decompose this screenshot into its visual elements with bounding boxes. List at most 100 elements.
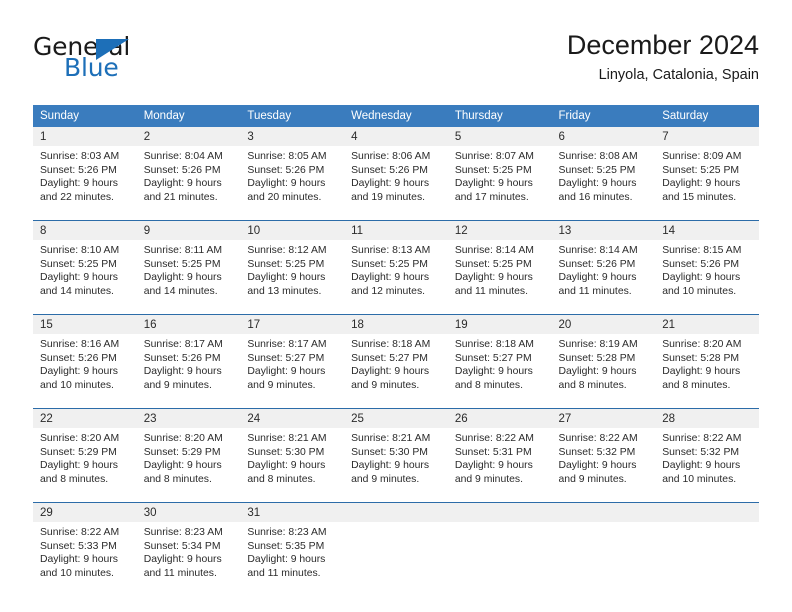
sunrise-text: Sunrise: 8:10 AM (40, 245, 120, 256)
sunrise-text: Sunrise: 8:21 AM (247, 433, 327, 444)
sunrise-text: Sunrise: 8:23 AM (143, 527, 223, 538)
sunrise-text: Sunrise: 8:06 AM (351, 151, 431, 162)
day-number: 1 (33, 127, 137, 146)
day-cell[interactable]: Sunrise: 8:05 AM Sunset: 5:26 PM Dayligh… (240, 146, 345, 221)
day-cell[interactable]: Sunrise: 8:14 AM Sunset: 5:26 PM Dayligh… (551, 240, 656, 315)
day-cell[interactable]: Sunrise: 8:23 AM Sunset: 5:35 PM Dayligh… (240, 522, 345, 596)
day-cell[interactable]: Sunrise: 8:03 AM Sunset: 5:26 PM Dayligh… (33, 146, 137, 221)
day-number: 17 (240, 314, 345, 334)
daylight-text-line2: and 8 minutes. (40, 473, 109, 485)
day-cell[interactable]: Sunrise: 8:08 AM Sunset: 5:25 PM Dayligh… (551, 146, 656, 221)
daylight-text-line2: and 10 minutes. (40, 567, 114, 579)
day-cell[interactable]: Sunrise: 8:10 AM Sunset: 5:25 PM Dayligh… (33, 240, 137, 315)
sunrise-text: Sunrise: 8:03 AM (40, 151, 120, 162)
day-cell[interactable]: Sunrise: 8:23 AM Sunset: 5:34 PM Dayligh… (136, 522, 241, 596)
daylight-text-line2: and 11 minutes. (143, 567, 217, 579)
day-cell[interactable]: Sunrise: 8:21 AM Sunset: 5:30 PM Dayligh… (344, 428, 448, 503)
day-cell[interactable]: Sunrise: 8:19 AM Sunset: 5:28 PM Dayligh… (551, 334, 656, 409)
day-cell[interactable]: Sunrise: 8:12 AM Sunset: 5:25 PM Dayligh… (240, 240, 345, 315)
daylight-text-line2: and 9 minutes. (247, 379, 316, 391)
daylight-text-line2: and 8 minutes. (558, 379, 627, 391)
sunset-text: Sunset: 5:33 PM (40, 540, 117, 552)
day-cell[interactable]: Sunrise: 8:17 AM Sunset: 5:27 PM Dayligh… (240, 334, 345, 409)
day-cell[interactable]: Sunrise: 8:16 AM Sunset: 5:26 PM Dayligh… (33, 334, 137, 409)
daylight-text-line1: Daylight: 9 hours (143, 366, 222, 378)
daylight-text-line2: and 16 minutes. (558, 191, 633, 203)
daylight-text-line1: Daylight: 9 hours (454, 178, 533, 190)
sunset-text: Sunset: 5:26 PM (143, 352, 221, 364)
day-number: 22 (33, 408, 137, 428)
day-cell[interactable]: Sunrise: 8:18 AM Sunset: 5:27 PM Dayligh… (447, 334, 552, 409)
daylight-text-line1: Daylight: 9 hours (40, 178, 118, 190)
week-4-date-row: 22 23 24 25 26 27 28 (33, 408, 759, 428)
day-cell[interactable]: Sunrise: 8:15 AM Sunset: 5:26 PM Dayligh… (655, 240, 759, 315)
page-header: General Blue December 2024 Linyola, Cata… (33, 30, 759, 98)
day-cell[interactable]: Sunrise: 8:20 AM Sunset: 5:28 PM Dayligh… (655, 334, 759, 409)
sunset-text: Sunset: 5:26 PM (40, 352, 117, 364)
day-cell[interactable]: Sunrise: 8:06 AM Sunset: 5:26 PM Dayligh… (344, 146, 448, 221)
sunset-text: Sunset: 5:30 PM (351, 446, 428, 458)
daylight-text-line1: Daylight: 9 hours (454, 272, 533, 284)
sunrise-text: Sunrise: 8:07 AM (454, 151, 534, 162)
day-number: 8 (33, 220, 137, 240)
general-blue-logo[interactable]: General Blue (33, 34, 243, 88)
page-subtitle: Linyola, Catalonia, Spain (598, 67, 759, 84)
daylight-text-line2: and 14 minutes. (143, 285, 218, 297)
daylight-text-line1: Daylight: 9 hours (143, 554, 222, 566)
day-cell[interactable]: Sunrise: 8:14 AM Sunset: 5:25 PM Dayligh… (447, 240, 552, 315)
weekday-header-sunday: Sunday (33, 105, 137, 127)
day-number: 29 (33, 502, 137, 522)
sunset-text: Sunset: 5:34 PM (143, 540, 221, 552)
sunrise-text: Sunrise: 8:14 AM (454, 245, 534, 256)
daylight-text-line2: and 11 minutes. (247, 567, 321, 579)
sunset-text: Sunset: 5:26 PM (40, 164, 117, 176)
weekday-header-row: Sunday Monday Tuesday Wednesday Thursday… (33, 105, 759, 127)
day-number: 21 (655, 314, 759, 334)
sunset-text: Sunset: 5:25 PM (40, 258, 117, 270)
day-number: 24 (240, 408, 345, 428)
daylight-text-line1: Daylight: 9 hours (247, 460, 326, 472)
daylight-text-line2: and 11 minutes. (558, 285, 632, 297)
day-cell[interactable]: Sunrise: 8:18 AM Sunset: 5:27 PM Dayligh… (344, 334, 448, 409)
daylight-text-line2: and 22 minutes. (40, 191, 114, 203)
day-number: 9 (136, 220, 241, 240)
sunrise-text: Sunrise: 8:22 AM (454, 433, 534, 444)
day-number-empty (447, 502, 552, 522)
calendar-table: Sunday Monday Tuesday Wednesday Thursday… (33, 105, 759, 596)
week-3-info-row: Sunrise: 8:16 AM Sunset: 5:26 PM Dayligh… (33, 334, 759, 409)
daylight-text-line2: and 9 minutes. (351, 473, 420, 485)
daylight-text-line1: Daylight: 9 hours (143, 460, 222, 472)
daylight-text-line2: and 13 minutes. (247, 285, 322, 297)
day-cell[interactable]: Sunrise: 8:22 AM Sunset: 5:32 PM Dayligh… (551, 428, 656, 503)
day-cell[interactable]: Sunrise: 8:07 AM Sunset: 5:25 PM Dayligh… (447, 146, 552, 221)
day-cell[interactable]: Sunrise: 8:22 AM Sunset: 5:31 PM Dayligh… (447, 428, 552, 503)
daylight-text-line2: and 9 minutes. (454, 473, 523, 485)
sunset-text: Sunset: 5:26 PM (558, 258, 636, 270)
day-cell[interactable]: Sunrise: 8:22 AM Sunset: 5:33 PM Dayligh… (33, 522, 137, 596)
title-block: December 2024 Linyola, Catalonia, Spain (567, 30, 759, 84)
day-cell[interactable]: Sunrise: 8:20 AM Sunset: 5:29 PM Dayligh… (33, 428, 137, 503)
day-cell[interactable]: Sunrise: 8:21 AM Sunset: 5:30 PM Dayligh… (240, 428, 345, 503)
day-cell[interactable]: Sunrise: 8:22 AM Sunset: 5:32 PM Dayligh… (655, 428, 759, 503)
day-number-empty (551, 502, 656, 522)
day-number: 27 (551, 408, 656, 428)
day-cell-empty (551, 522, 656, 596)
day-cell[interactable]: Sunrise: 8:11 AM Sunset: 5:25 PM Dayligh… (136, 240, 241, 315)
sunrise-text: Sunrise: 8:19 AM (558, 339, 638, 350)
day-number: 13 (551, 220, 656, 240)
day-number: 2 (136, 127, 241, 146)
daylight-text-line1: Daylight: 9 hours (351, 178, 430, 190)
day-cell[interactable]: Sunrise: 8:20 AM Sunset: 5:29 PM Dayligh… (136, 428, 241, 503)
sunrise-text: Sunrise: 8:11 AM (143, 245, 223, 256)
day-number: 10 (240, 220, 345, 240)
daylight-text-line2: and 10 minutes. (40, 379, 114, 391)
sunrise-text: Sunrise: 8:20 AM (662, 339, 742, 350)
calendar-body: 1 2 3 4 5 6 7 Sunrise: 8:03 AM Sunset: 5… (33, 127, 759, 596)
daylight-text-line2: and 17 minutes. (454, 191, 529, 203)
day-cell[interactable]: Sunrise: 8:04 AM Sunset: 5:26 PM Dayligh… (136, 146, 241, 221)
day-cell[interactable]: Sunrise: 8:09 AM Sunset: 5:25 PM Dayligh… (655, 146, 759, 221)
day-cell[interactable]: Sunrise: 8:13 AM Sunset: 5:25 PM Dayligh… (344, 240, 448, 315)
sunrise-text: Sunrise: 8:15 AM (662, 245, 742, 256)
day-cell[interactable]: Sunrise: 8:17 AM Sunset: 5:26 PM Dayligh… (136, 334, 241, 409)
sunrise-text: Sunrise: 8:21 AM (351, 433, 431, 444)
